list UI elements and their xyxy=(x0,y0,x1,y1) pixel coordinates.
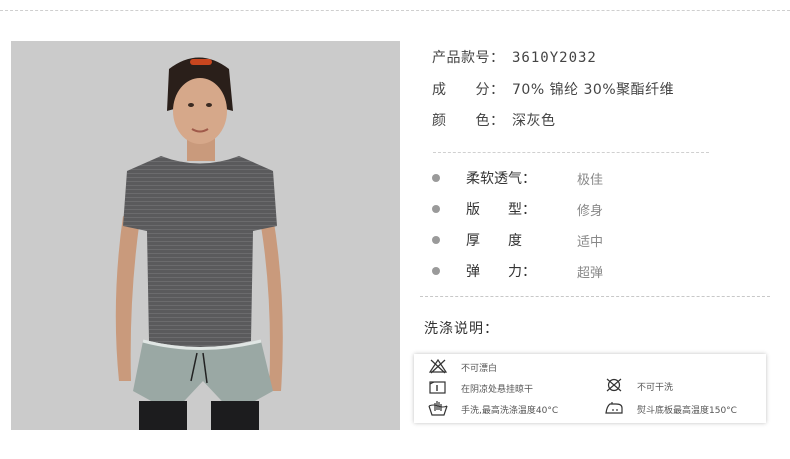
no-bleach-icon xyxy=(428,358,448,374)
hand-wash-icon xyxy=(428,401,448,416)
care-text: 手洗,最高洗涤温度40°C xyxy=(461,406,559,416)
care-text: 在阴凉处悬挂晾干 xyxy=(461,385,534,395)
iron-icon xyxy=(605,402,623,414)
no-dry-clean-icon xyxy=(606,378,622,392)
shade-dry-icon xyxy=(429,381,446,394)
product-code-label: 产品款号： xyxy=(432,50,505,66)
bullet-icon xyxy=(432,267,440,275)
color-value: 深灰色 xyxy=(512,113,556,129)
bullet-icon xyxy=(432,174,440,182)
care-text: 不可漂白 xyxy=(461,364,498,374)
feature-label: 厚 度 xyxy=(466,233,522,249)
product-photo xyxy=(11,41,400,430)
care-instructions-box: 不可漂白 在阴凉处悬挂晾干 不可干洗 手洗,最高洗涤温度40°C 熨斗底板最高温… xyxy=(414,354,766,423)
feature-value: 超弹 xyxy=(577,266,604,281)
top-divider xyxy=(0,10,790,11)
product-code-row: 产品款号： 3610Y2032 xyxy=(432,47,597,67)
wash-divider xyxy=(420,296,770,297)
color-label: 颜 色： xyxy=(432,113,505,129)
care-text: 不可干洗 xyxy=(637,383,674,393)
bullet-icon xyxy=(432,205,440,213)
feature-value: 极佳 xyxy=(577,173,604,188)
product-code-value: 3610Y2032 xyxy=(512,50,597,66)
feature-value: 修身 xyxy=(577,204,604,219)
feature-value: 适中 xyxy=(577,235,604,250)
care-text: 熨斗底板最高温度150°C xyxy=(637,406,737,416)
composition-row: 成 分： 70% 锦纶 30%聚酯纤维 xyxy=(432,79,674,99)
composition-label: 成 分： xyxy=(432,82,505,98)
info-divider xyxy=(433,152,709,153)
feature-label: 柔软透气： xyxy=(466,171,536,187)
composition-value: 70% 锦纶 30%聚酯纤维 xyxy=(512,82,675,98)
feature-label: 弹 力： xyxy=(466,264,536,280)
wash-title: 洗涤说明： xyxy=(424,321,499,337)
bullet-icon xyxy=(432,236,440,244)
feature-label: 版 型： xyxy=(466,202,536,218)
color-row: 颜 色： 深灰色 xyxy=(432,110,556,130)
